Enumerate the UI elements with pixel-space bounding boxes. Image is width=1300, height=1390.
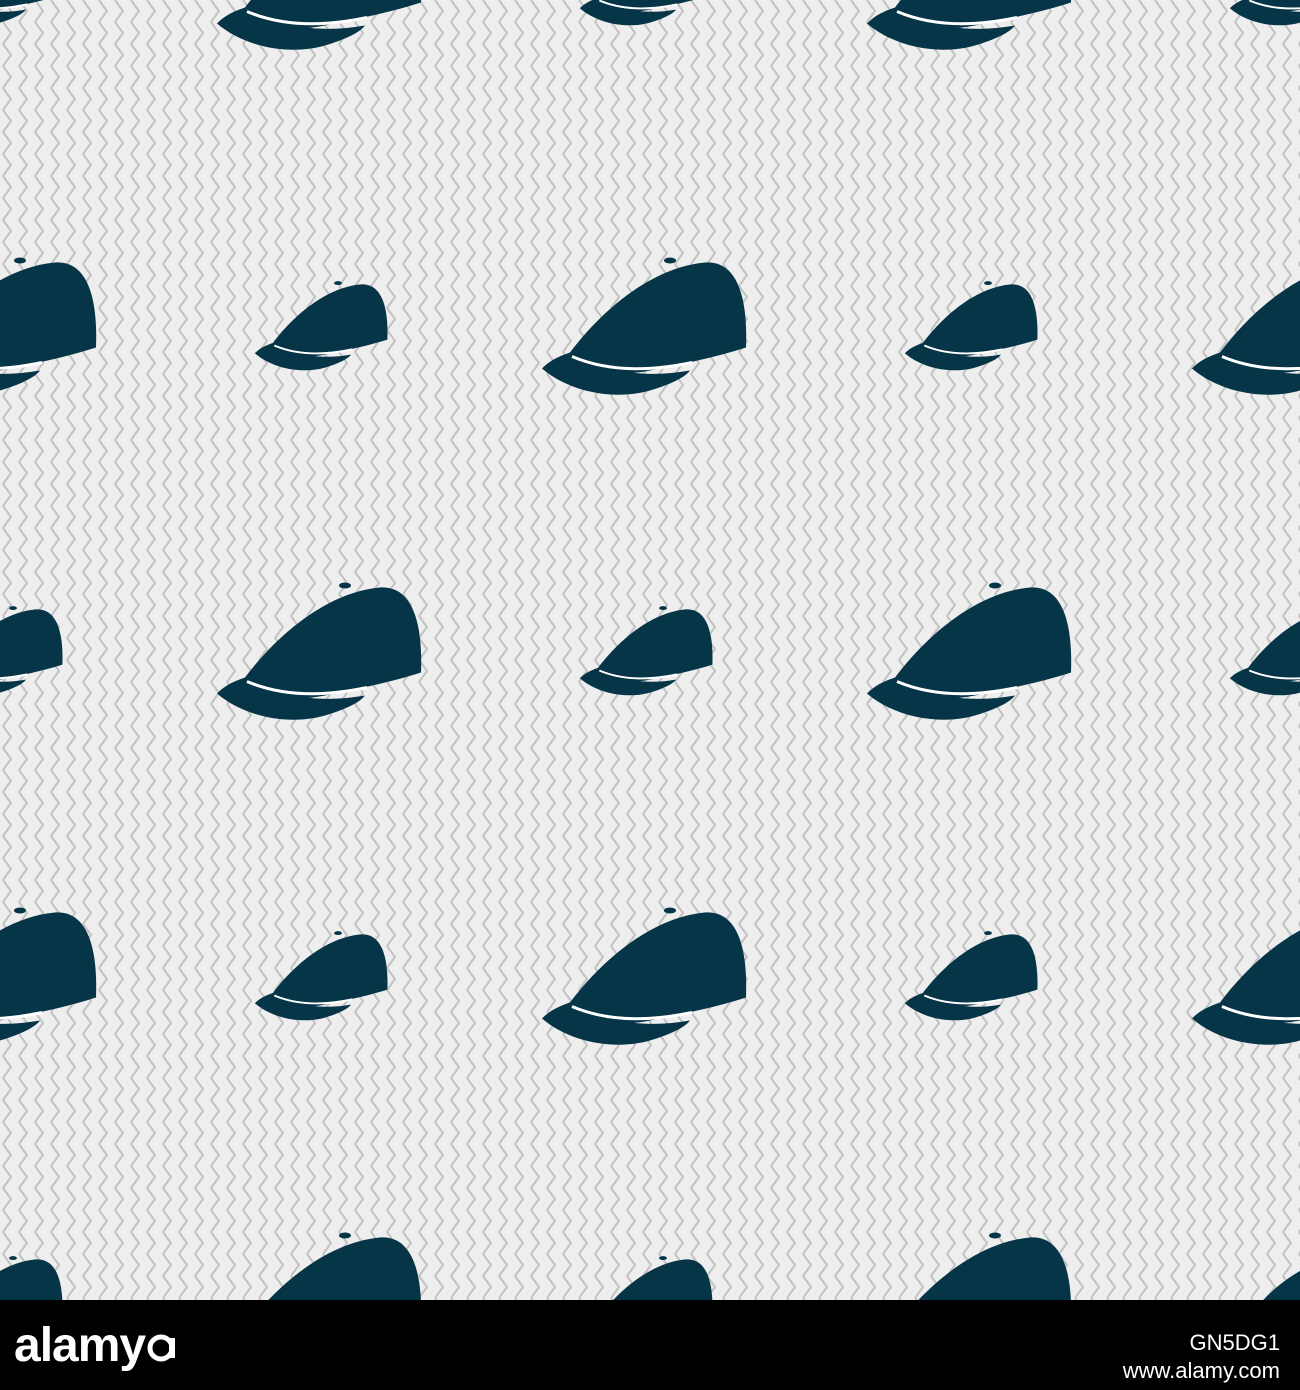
image-id-label: GN5DG1	[1189, 1330, 1280, 1355]
watermark-footer: alamy GN5DG1 www.alamy.com	[0, 1300, 1300, 1390]
stock-image: alamy GN5DG1 www.alamy.com	[0, 0, 1300, 1390]
seamless-cap-pattern	[0, 0, 1300, 1300]
brand-logo[interactable]: alamy	[14, 1316, 177, 1374]
site-url[interactable]: www.alamy.com	[1123, 1358, 1280, 1384]
brand-logo-text: alamy	[14, 1318, 146, 1372]
a-logo-mark	[147, 1334, 176, 1362]
